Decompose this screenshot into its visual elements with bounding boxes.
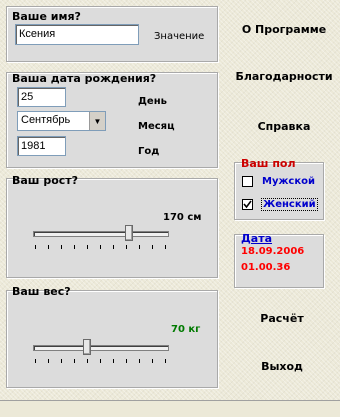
name-group-title: Ваше имя? xyxy=(12,10,81,23)
slider-tick xyxy=(126,245,127,249)
name-input[interactable]: Ксения xyxy=(15,24,139,45)
slider-tick xyxy=(152,245,153,249)
slider-tick xyxy=(100,245,101,249)
exit-button[interactable]: Выход xyxy=(232,360,332,373)
help-button[interactable]: Справка xyxy=(232,120,336,133)
current-date: 18.09.2006 xyxy=(241,246,305,257)
slider-tick xyxy=(113,245,114,249)
name-value-label: Значение xyxy=(154,31,205,42)
thanks-button[interactable]: Благодарности xyxy=(229,70,339,83)
height-value: 170 см xyxy=(163,212,202,223)
slider-tick xyxy=(165,359,166,363)
female-label[interactable]: Женский xyxy=(261,198,318,211)
weight-group xyxy=(6,290,218,388)
weight-value: 70 кг xyxy=(171,324,201,335)
slider-tick xyxy=(35,245,36,249)
day-input[interactable]: 25 xyxy=(17,87,66,107)
slider-tick xyxy=(35,359,36,363)
weight-group-title: Ваш вес? xyxy=(12,285,71,298)
date-title: Дата xyxy=(241,232,273,245)
height-slider-thumb[interactable] xyxy=(125,225,134,241)
female-checkbox[interactable] xyxy=(242,199,253,210)
slider-tick xyxy=(61,245,62,249)
slider-tick xyxy=(126,359,127,363)
slider-tick xyxy=(48,245,49,249)
about-button[interactable]: О Программе xyxy=(232,23,336,36)
slider-tick xyxy=(100,359,101,363)
year-label: Год xyxy=(138,146,160,157)
day-label: День xyxy=(138,96,167,107)
year-input[interactable]: 1981 xyxy=(17,136,66,156)
weight-slider-track[interactable] xyxy=(33,345,169,351)
calculate-button[interactable]: Расчёт xyxy=(232,312,332,325)
slider-tick xyxy=(139,359,140,363)
gender-group-title: Ваш пол xyxy=(241,157,296,170)
birth-date-group-title: Ваша дата рождения? xyxy=(12,72,157,85)
gender-group xyxy=(234,162,324,220)
chevron-down-icon[interactable]: ▼ xyxy=(89,112,105,130)
slider-tick xyxy=(48,359,49,363)
month-select-value: Сентябрь xyxy=(21,114,71,126)
slider-tick xyxy=(152,359,153,363)
slider-tick xyxy=(74,245,75,249)
male-label[interactable]: Мужской xyxy=(262,176,315,187)
slider-tick xyxy=(87,245,88,249)
height-group-title: Ваш рост? xyxy=(12,174,79,187)
male-checkbox[interactable] xyxy=(242,176,253,187)
current-time: 01.00.36 xyxy=(241,262,291,273)
check-icon xyxy=(243,200,252,209)
height-slider-track[interactable] xyxy=(33,231,169,237)
weight-slider-thumb[interactable] xyxy=(82,339,91,355)
month-label: Месяц xyxy=(138,121,175,132)
month-select[interactable]: Сентябрь ▼ xyxy=(17,111,106,131)
slider-tick xyxy=(74,359,75,363)
slider-tick xyxy=(139,245,140,249)
slider-tick xyxy=(61,359,62,363)
slider-tick xyxy=(87,359,88,363)
slider-tick xyxy=(165,245,166,249)
slider-tick xyxy=(113,359,114,363)
height-group xyxy=(6,178,218,278)
status-bar xyxy=(0,400,340,417)
